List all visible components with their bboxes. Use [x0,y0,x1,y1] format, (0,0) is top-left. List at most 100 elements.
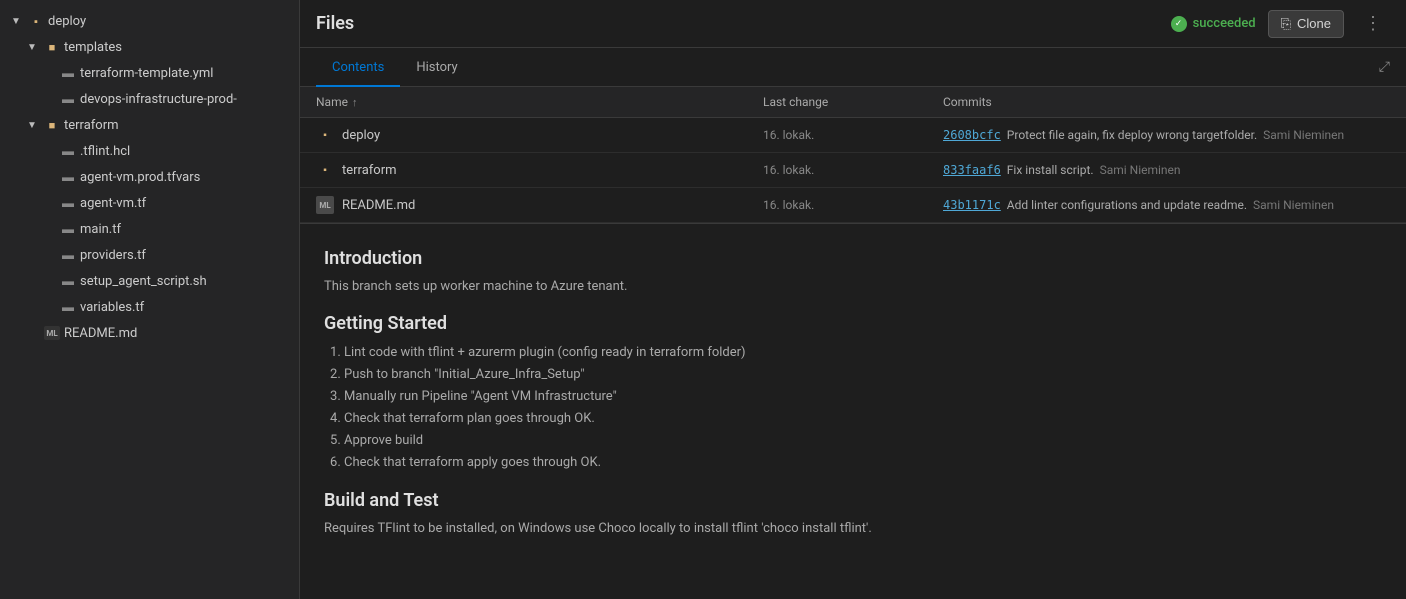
list-item: Check that terraform apply goes through … [344,452,1382,474]
sidebar-label-providers-tf: providers.tf [80,248,146,263]
status-badge: ✓ succeeded [1171,16,1256,32]
file-icon: ▬ [60,247,76,263]
chevron-down-icon: ▼ [24,117,40,133]
sidebar-item-providers-tf[interactable]: ▬ providers.tf [0,242,299,268]
file-icon: ▬ [60,195,76,211]
folder-icon: ■ [44,117,60,133]
spacer-icon [40,143,56,159]
chevron-down-icon: ▼ [24,39,40,55]
spacer-icon [24,325,40,341]
tab-contents[interactable]: Contents [316,48,400,87]
file-table: Name ↑ Last change Commits ▪ deploy 16. … [300,87,1406,224]
sidebar-item-setup-agent-script-sh[interactable]: ▬ setup_agent_script.sh [0,268,299,294]
sidebar-label-agent-vm-prod-tfvars: agent-vm.prod.tfvars [80,170,200,185]
commit-cell-deploy: 2608bcfc Protect file again, fix deploy … [943,128,1390,142]
table-row[interactable]: ML README.md 16. lokak. 43b1171c Add lin… [300,188,1406,223]
main-panel: Files ✓ succeeded ⎘ Clone ⋮ Contents His… [300,0,1406,599]
sidebar-label-variables-tf: variables.tf [80,300,144,315]
commit-hash-readme[interactable]: 43b1171c [943,198,1001,212]
sidebar: ▼ ▪ deploy ▼ ■ templates ▬ terraform-tem… [0,0,300,599]
column-last-change: Last change [763,95,943,109]
sidebar-item-devops-infrastructure-prod[interactable]: ▬ devops-infrastructure-prod- [0,86,299,112]
clone-icon: ⎘ [1281,16,1291,32]
last-change-deploy: 16. lokak. [763,128,943,142]
last-change-terraform: 16. lokak. [763,163,943,177]
file-icon: ▬ [60,273,76,289]
column-name: Name ↑ [316,95,763,109]
clone-label: Clone [1297,16,1331,31]
folder-icon: ▪ [316,161,334,179]
commit-msg-deploy: Protect file again, fix deploy wrong tar… [1007,128,1257,142]
tab-history[interactable]: History [400,48,473,87]
sidebar-item-readme-md[interactable]: ML README.md [0,320,299,346]
file-name-terraform: terraform [342,163,397,178]
table-row[interactable]: ▪ deploy 16. lokak. 2608bcfc Protect fil… [300,118,1406,153]
sidebar-label-readme-md: README.md [64,326,137,341]
status-text: succeeded [1193,16,1256,31]
tab-contents-label: Contents [332,60,384,75]
last-change-readme: 16. lokak. [763,198,943,212]
sidebar-item-terraform-template-yml[interactable]: ▬ terraform-template.yml [0,60,299,86]
file-icon: ▬ [60,169,76,185]
intro-heading: Introduction [324,248,1382,269]
header-actions: ✓ succeeded ⎘ Clone ⋮ [1171,9,1390,38]
sidebar-item-agent-vm-prod-tfvars[interactable]: ▬ agent-vm.prod.tfvars [0,164,299,190]
file-icon: ▬ [60,65,76,81]
sidebar-item-variables-tf[interactable]: ▬ variables.tf [0,294,299,320]
more-options-button[interactable]: ⋮ [1356,9,1390,38]
sidebar-label-terraform-template-yml: terraform-template.yml [80,66,213,81]
chevron-down-icon: ▼ [8,13,24,29]
spacer-icon [40,221,56,237]
list-item: Push to branch "Initial_Azure_Infra_Setu… [344,364,1382,386]
page-title: Files [316,13,1171,34]
clone-button[interactable]: ⎘ Clone [1268,10,1344,38]
status-dot-icon: ✓ [1171,16,1187,32]
folder-icon: ■ [44,39,60,55]
file-icon: ▬ [60,91,76,107]
commit-hash-deploy[interactable]: 2608bcfc [943,128,1001,142]
sidebar-root-label: deploy [48,14,86,29]
sidebar-item-main-tf[interactable]: ▬ main.tf [0,216,299,242]
spacer-icon [40,247,56,263]
sidebar-label-templates: templates [64,40,122,55]
commit-msg-readme: Add linter configurations and update rea… [1007,198,1247,212]
sidebar-label-main-tf: main.tf [80,222,121,237]
sidebar-label-setup-agent-script-sh: setup_agent_script.sh [80,274,207,289]
sidebar-item-tflint-hcl[interactable]: ▬ .tflint.hcl [0,138,299,164]
spacer-icon [40,299,56,315]
readme-content: Introduction This branch sets up worker … [300,224,1406,599]
list-item: Lint code with tflint + azurerm plugin (… [344,342,1382,364]
sidebar-root-deploy[interactable]: ▼ ▪ deploy [0,8,299,34]
commit-author-terraform: Sami Nieminen [1100,163,1181,177]
commit-cell-terraform: 833faaf6 Fix install script. Sami Niemin… [943,163,1390,177]
sidebar-item-agent-vm-tf[interactable]: ▬ agent-vm.tf [0,190,299,216]
intro-text: This branch sets up worker machine to Az… [324,277,1382,297]
file-icon: ▬ [60,221,76,237]
sidebar-item-templates[interactable]: ▼ ■ templates [0,34,299,60]
build-text: Requires TFlint to be installed, on Wind… [324,519,1382,539]
file-cell-terraform: ▪ terraform [316,161,763,179]
file-name-readme: README.md [342,198,415,213]
spacer-icon [40,91,56,107]
commit-cell-readme: 43b1171c Add linter configurations and u… [943,198,1390,212]
sidebar-item-terraform[interactable]: ▼ ■ terraform [0,112,299,138]
commit-author-deploy: Sami Nieminen [1263,128,1344,142]
folder-icon: ▪ [28,13,44,29]
build-heading: Build and Test [324,490,1382,511]
sort-arrow-icon: ↑ [352,96,358,109]
spacer-icon [40,273,56,289]
sidebar-label-terraform: terraform [64,118,119,133]
file-icon: ▬ [60,143,76,159]
expand-icon[interactable]: ⤢ [1379,59,1390,75]
list-item: Approve build [344,430,1382,452]
file-cell-readme: ML README.md [316,196,763,214]
commit-hash-terraform[interactable]: 833faaf6 [943,163,1001,177]
table-row[interactable]: ▪ terraform 16. lokak. 833faaf6 Fix inst… [300,153,1406,188]
file-cell-deploy: ▪ deploy [316,126,763,144]
getting-started-list: Lint code with tflint + azurerm plugin (… [324,342,1382,475]
sidebar-label-devops-infrastructure-prod: devops-infrastructure-prod- [80,92,237,107]
table-header: Name ↑ Last change Commits [300,87,1406,118]
sidebar-label-agent-vm-tf: agent-vm.tf [80,196,146,211]
column-name-label: Name [316,95,348,109]
getting-started-heading: Getting Started [324,313,1382,334]
